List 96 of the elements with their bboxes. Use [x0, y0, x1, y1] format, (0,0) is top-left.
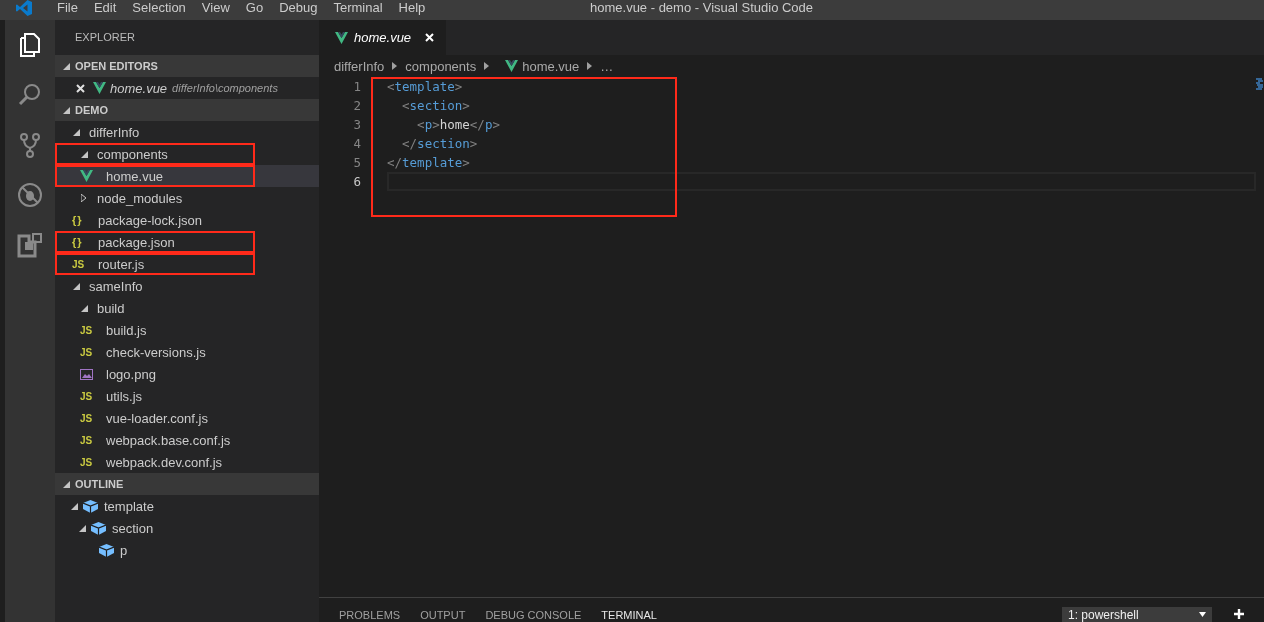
expanded-arrow-icon	[73, 282, 80, 290]
close-icon	[76, 83, 85, 93]
vue-logo-icon	[505, 60, 519, 72]
braces-icon: { }	[72, 214, 81, 226]
vue-logo-icon	[93, 82, 106, 94]
search-icon[interactable]	[17, 82, 43, 108]
js-file-icon: JS	[80, 346, 93, 358]
tree-item[interactable]: { } package-lock.json	[55, 209, 319, 231]
tree-item[interactable]: JS utils.js	[55, 385, 319, 407]
expanded-arrow-icon	[71, 502, 78, 510]
menu-item[interactable]: Edit	[85, 1, 125, 15]
image-file-icon	[80, 368, 93, 380]
symbol-item[interactable]: template	[55, 495, 319, 517]
breadcrumb-item[interactable]: …	[600, 58, 614, 74]
tree-item[interactable]: JS webpack.dev.conf.js	[55, 451, 319, 473]
code-line: <section>	[401, 97, 470, 115]
cube-icon	[99, 543, 114, 557]
tree-item[interactable]: JS build.js	[55, 319, 319, 341]
menu-item[interactable]: Help	[390, 1, 434, 15]
chevron-right-icon	[587, 62, 593, 70]
line-number: 6	[352, 174, 361, 189]
window-title: home.vue - demo - Visual Studio Code	[590, 1, 814, 15]
js-file-icon: JS	[80, 412, 93, 424]
minimap-drawing	[1255, 78, 1264, 90]
expanded-arrow-icon	[73, 128, 80, 136]
tree-item[interactable]: JS vue-loader.conf.js	[55, 407, 319, 429]
expanded-arrow-icon	[63, 480, 70, 488]
collapsed-arrow-icon	[81, 194, 86, 202]
vue-logo-icon	[80, 170, 93, 182]
tree-item[interactable]: JS check-versions.js	[55, 341, 319, 363]
extensions-icon[interactable]	[17, 232, 43, 258]
line-number: 5	[352, 155, 361, 170]
expanded-arrow-icon	[79, 524, 86, 532]
js-file-icon: JS	[80, 390, 93, 402]
menu-item[interactable]: Selection	[124, 1, 194, 15]
folder-item[interactable]: node_modules	[55, 187, 319, 209]
terminal-dropdown[interactable]: 1: powershell	[1062, 607, 1212, 622]
tree-item[interactable]: JS router.js	[55, 253, 319, 275]
code-line: <template>	[387, 78, 463, 96]
menu-item[interactable]: View	[193, 1, 238, 15]
app-logo-icon	[16, 0, 32, 16]
chevron-right-icon	[484, 62, 490, 70]
js-file-icon: JS	[72, 258, 85, 270]
tree-item[interactable]: logo.png	[55, 363, 319, 385]
breadcrumb-item[interactable]: home.vue	[497, 58, 580, 74]
file-path: differInfo\components	[172, 82, 278, 94]
cube-icon	[91, 521, 106, 535]
braces-icon: { }	[72, 236, 81, 248]
pane-header[interactable]: DEMO	[55, 99, 319, 121]
plus-icon	[1234, 609, 1244, 619]
open-editor-item[interactable]: home.vue differInfo\components	[55, 77, 319, 99]
panel-tab[interactable]: TERMINAL	[601, 609, 657, 622]
no-bug-icon[interactable]	[17, 182, 43, 208]
line-number: 3	[352, 117, 361, 132]
js-file-icon: JS	[80, 324, 93, 336]
symbol-item[interactable]: p	[55, 539, 319, 561]
symbol-item[interactable]: section	[55, 517, 319, 539]
line-number: 4	[352, 136, 361, 151]
code-line: </section>	[401, 135, 478, 153]
menu-item[interactable]: Debug	[271, 1, 326, 15]
menu-item[interactable]: Terminal	[325, 1, 391, 15]
folder-item[interactable]: components	[55, 143, 319, 165]
panel-tab[interactable]: OUTPUT	[420, 609, 466, 622]
panel-tab[interactable]: PROBLEMS	[339, 609, 401, 622]
folder-item[interactable]: sameInfo	[55, 275, 319, 297]
folder-item[interactable]: build	[55, 297, 319, 319]
menu-item[interactable]: File	[49, 1, 86, 15]
js-file-icon: JS	[80, 434, 93, 446]
expanded-arrow-icon	[63, 106, 70, 114]
vue-logo-icon	[335, 31, 348, 44]
tree-item[interactable]: home.vue	[55, 165, 319, 187]
close-icon	[425, 33, 435, 42]
tree-item[interactable]: JS webpack.base.conf.js	[55, 429, 319, 451]
cube-icon	[83, 499, 98, 513]
pane-header[interactable]: OPEN EDITORS	[55, 55, 319, 77]
breadcrumb-item[interactable]: differInfo	[334, 58, 385, 74]
expanded-arrow-icon	[63, 62, 70, 70]
code-line: <p>home</p>	[416, 116, 500, 134]
line-number: 1	[352, 79, 361, 94]
panel-tab[interactable]: DEBUG CONSOLE	[485, 609, 582, 622]
line-number: 2	[352, 98, 361, 113]
files-icon[interactable]	[17, 32, 43, 58]
code-line: </template>	[387, 154, 470, 172]
caret-icon	[1199, 612, 1206, 617]
folder-item[interactable]: differInfo	[55, 121, 319, 143]
chevron-right-icon	[392, 62, 398, 70]
pane-header[interactable]: OUTLINE	[55, 473, 319, 495]
branch-icon[interactable]	[17, 132, 43, 158]
sidebar-title: EXPLORER	[74, 30, 136, 45]
menu-item[interactable]: Go	[237, 1, 272, 15]
breadcrumb-item[interactable]: components	[405, 58, 477, 74]
expanded-arrow-icon	[81, 304, 88, 312]
tree-item[interactable]: { } package.json	[55, 231, 319, 253]
editor-tab[interactable]: home.vue	[319, 20, 447, 55]
expanded-arrow-icon	[81, 150, 88, 158]
js-file-icon: JS	[80, 456, 93, 468]
